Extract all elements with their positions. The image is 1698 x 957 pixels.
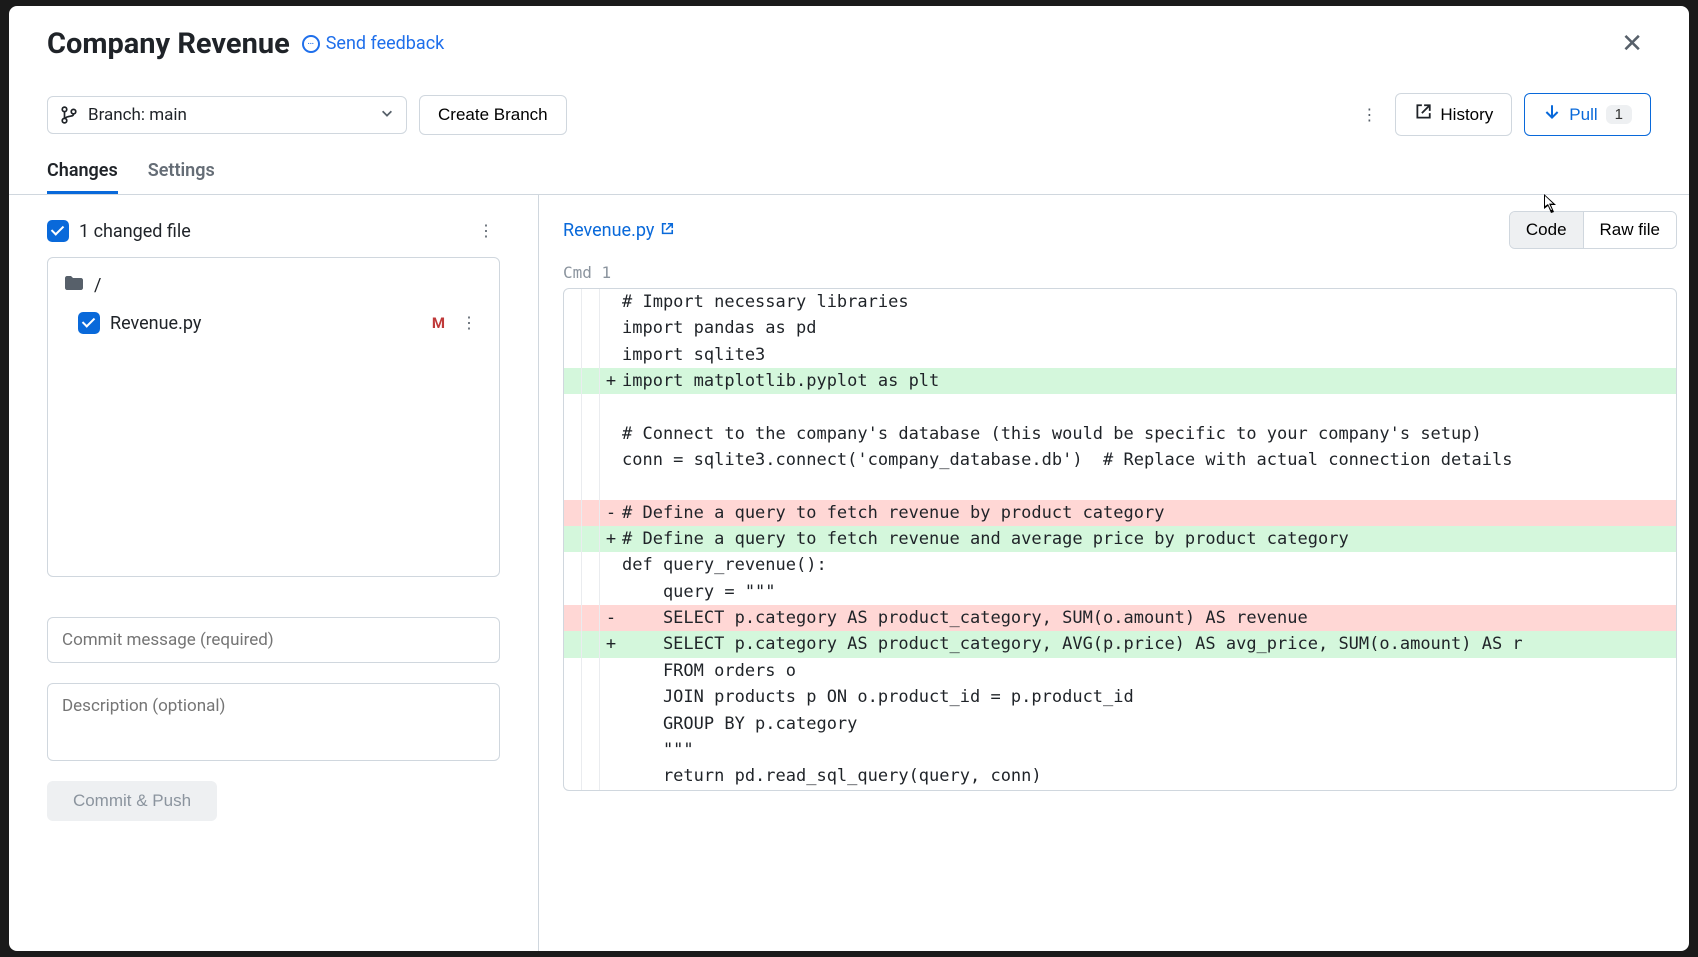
tree-file-revenue[interactable]: Revenue.py M ⋮ xyxy=(60,303,487,343)
folder-icon xyxy=(64,274,84,297)
close-icon: ✕ xyxy=(1621,28,1643,58)
file-more-button[interactable]: ⋮ xyxy=(455,309,483,337)
tab-settings[interactable]: Settings xyxy=(148,160,215,194)
diff-line: GROUP BY p.category xyxy=(564,711,1676,737)
external-link-icon xyxy=(660,220,674,241)
diff-line: """ xyxy=(564,737,1676,763)
git-branch-icon xyxy=(60,106,78,124)
body: 1 changed file ⋮ / Revenue.py M xyxy=(9,195,1689,951)
branch-label: Branch: main xyxy=(88,105,187,125)
modified-badge: M xyxy=(432,314,445,332)
diff-line: def query_revenue(): xyxy=(564,552,1676,578)
view-mode-toggle: Code Raw file xyxy=(1509,211,1677,249)
more-menu-button[interactable]: ⋮ xyxy=(1355,101,1383,129)
file-link[interactable]: Revenue.py xyxy=(563,220,674,241)
commit-description-input[interactable] xyxy=(47,683,500,761)
history-button[interactable]: History xyxy=(1395,93,1512,136)
close-button[interactable]: ✕ xyxy=(1613,24,1651,63)
cmd-label: Cmd 1 xyxy=(563,261,1677,288)
file-checkbox[interactable] xyxy=(78,312,100,334)
send-feedback-link[interactable]: Send feedback xyxy=(302,33,445,54)
diff-line: conn = sqlite3.connect('company_database… xyxy=(564,447,1676,473)
diff-line: # Import necessary libraries xyxy=(564,289,1676,315)
diff-line xyxy=(564,473,1676,499)
comment-icon xyxy=(302,35,320,53)
changed-summary: 1 changed file xyxy=(79,221,191,242)
chevron-down-icon xyxy=(380,105,394,125)
commit-message-input[interactable] xyxy=(47,617,500,663)
view-mode-raw[interactable]: Raw file xyxy=(1584,212,1676,248)
file-name: Revenue.py xyxy=(110,313,201,334)
modal-header: Company Revenue Send feedback ✕ xyxy=(9,6,1689,63)
file-header: Revenue.py Code Raw file xyxy=(563,207,1677,261)
file-tree: / Revenue.py M ⋮ xyxy=(47,257,500,577)
select-all-checkbox[interactable] xyxy=(47,220,69,242)
commit-area: Commit & Push xyxy=(47,617,500,821)
diff-line: # Connect to the company's database (thi… xyxy=(564,421,1676,447)
diff-viewer: # Import necessary libraries import pand… xyxy=(563,288,1677,791)
kebab-icon: ⋮ xyxy=(1361,105,1377,124)
main-panel: Revenue.py Code Raw file Cmd 1 # Import … xyxy=(539,195,1689,951)
diff-line: JOIN products p ON o.product_id = p.prod… xyxy=(564,684,1676,710)
feedback-text: Send feedback xyxy=(326,33,445,54)
external-link-icon xyxy=(1414,103,1432,126)
tabs: Changes Settings xyxy=(9,136,1689,195)
commit-push-button[interactable]: Commit & Push xyxy=(47,781,217,821)
sidebar: 1 changed file ⋮ / Revenue.py M xyxy=(9,195,539,951)
kebab-icon: ⋮ xyxy=(478,221,494,240)
git-modal: Company Revenue Send feedback ✕ Branch: … xyxy=(9,6,1689,951)
view-mode-code[interactable]: Code xyxy=(1510,212,1584,248)
arrow-down-icon xyxy=(1543,103,1561,126)
diff-line: return pd.read_sql_query(query, conn) xyxy=(564,763,1676,789)
diff-line xyxy=(564,394,1676,420)
tree-root[interactable]: / xyxy=(60,268,487,303)
files-more-button[interactable]: ⋮ xyxy=(472,217,500,245)
diff-line: +import matplotlib.pyplot as plt xyxy=(564,368,1676,394)
diff-line: import sqlite3 xyxy=(564,342,1676,368)
diff-line: -# Define a query to fetch revenue by pr… xyxy=(564,500,1676,526)
toolbar: Branch: main Create Branch ⋮ History xyxy=(9,63,1689,136)
changed-files-row: 1 changed file ⋮ xyxy=(47,209,500,253)
pull-count-badge: 1 xyxy=(1606,105,1632,124)
diff-line: + SELECT p.category AS product_category,… xyxy=(564,631,1676,657)
kebab-icon: ⋮ xyxy=(461,313,477,332)
branch-selector[interactable]: Branch: main xyxy=(47,96,407,134)
diff-line: - SELECT p.category AS product_category,… xyxy=(564,605,1676,631)
diff-line: import pandas as pd xyxy=(564,315,1676,341)
page-title: Company Revenue xyxy=(47,27,290,61)
pull-button[interactable]: Pull 1 xyxy=(1524,93,1651,136)
diff-line: query = """ xyxy=(564,579,1676,605)
tab-changes[interactable]: Changes xyxy=(47,160,118,194)
diff-line: FROM orders o xyxy=(564,658,1676,684)
create-branch-button[interactable]: Create Branch xyxy=(419,95,567,135)
diff-line: +# Define a query to fetch revenue and a… xyxy=(564,526,1676,552)
